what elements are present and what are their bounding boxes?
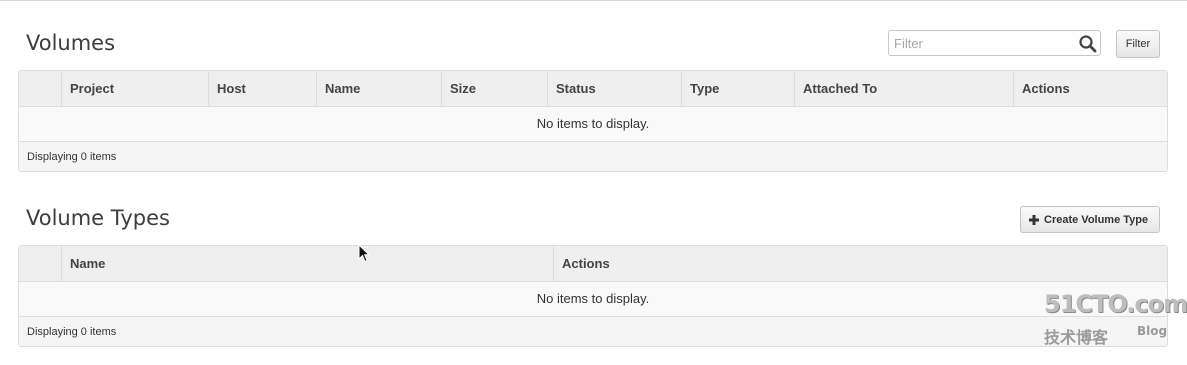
column-name[interactable]: Name: [316, 71, 441, 106]
column-actions[interactable]: Actions: [1013, 71, 1167, 106]
volumes-table-footer: Displaying 0 items: [19, 142, 1167, 171]
watermark-logo: 51CTO.com: [1044, 290, 1187, 318]
volumes-empty-row: No items to display.: [19, 107, 1167, 142]
create-volume-type-label: Create Volume Type: [1044, 213, 1149, 226]
watermark-blog: Blog: [1137, 324, 1168, 338]
watermark-subtitle: 技术博客: [1044, 328, 1109, 347]
volume-types-empty-row: No items to display.: [19, 282, 1167, 317]
column-type[interactable]: Type: [681, 71, 794, 106]
volumes-table-header: Project Host Name Size Status Type Attac…: [19, 71, 1167, 107]
volumes-select-column: [19, 71, 61, 106]
volumes-title: Volumes: [26, 31, 116, 55]
column-attached-to[interactable]: Attached To: [794, 71, 1013, 106]
column-name[interactable]: Name: [61, 246, 553, 281]
volumes-filter-box[interactable]: [888, 30, 1101, 56]
column-project[interactable]: Project: [61, 71, 208, 106]
column-size[interactable]: Size: [441, 71, 547, 106]
column-actions[interactable]: Actions: [553, 246, 1167, 281]
top-divider: [0, 0, 1187, 1]
volume-types-table: Name Actions No items to display. Displa…: [18, 245, 1168, 347]
search-icon[interactable]: [1078, 34, 1098, 54]
volumes-table: Project Host Name Size Status Type Attac…: [18, 70, 1168, 172]
volume-types-title: Volume Types: [26, 206, 170, 230]
column-status[interactable]: Status: [547, 71, 681, 106]
plus-icon: [1029, 214, 1039, 225]
filter-button[interactable]: Filter: [1116, 30, 1160, 58]
volumes-filter-input[interactable]: [889, 31, 1079, 55]
watermark: 51CTO.com 技术博客 Blog: [1040, 290, 1187, 350]
volume-types-select-column: [19, 246, 61, 281]
volume-types-table-header: Name Actions: [19, 246, 1167, 282]
column-host[interactable]: Host: [208, 71, 316, 106]
mouse-cursor-icon: [358, 244, 370, 263]
volume-types-table-footer: Displaying 0 items: [19, 317, 1167, 346]
create-volume-type-button[interactable]: Create Volume Type: [1020, 206, 1160, 233]
